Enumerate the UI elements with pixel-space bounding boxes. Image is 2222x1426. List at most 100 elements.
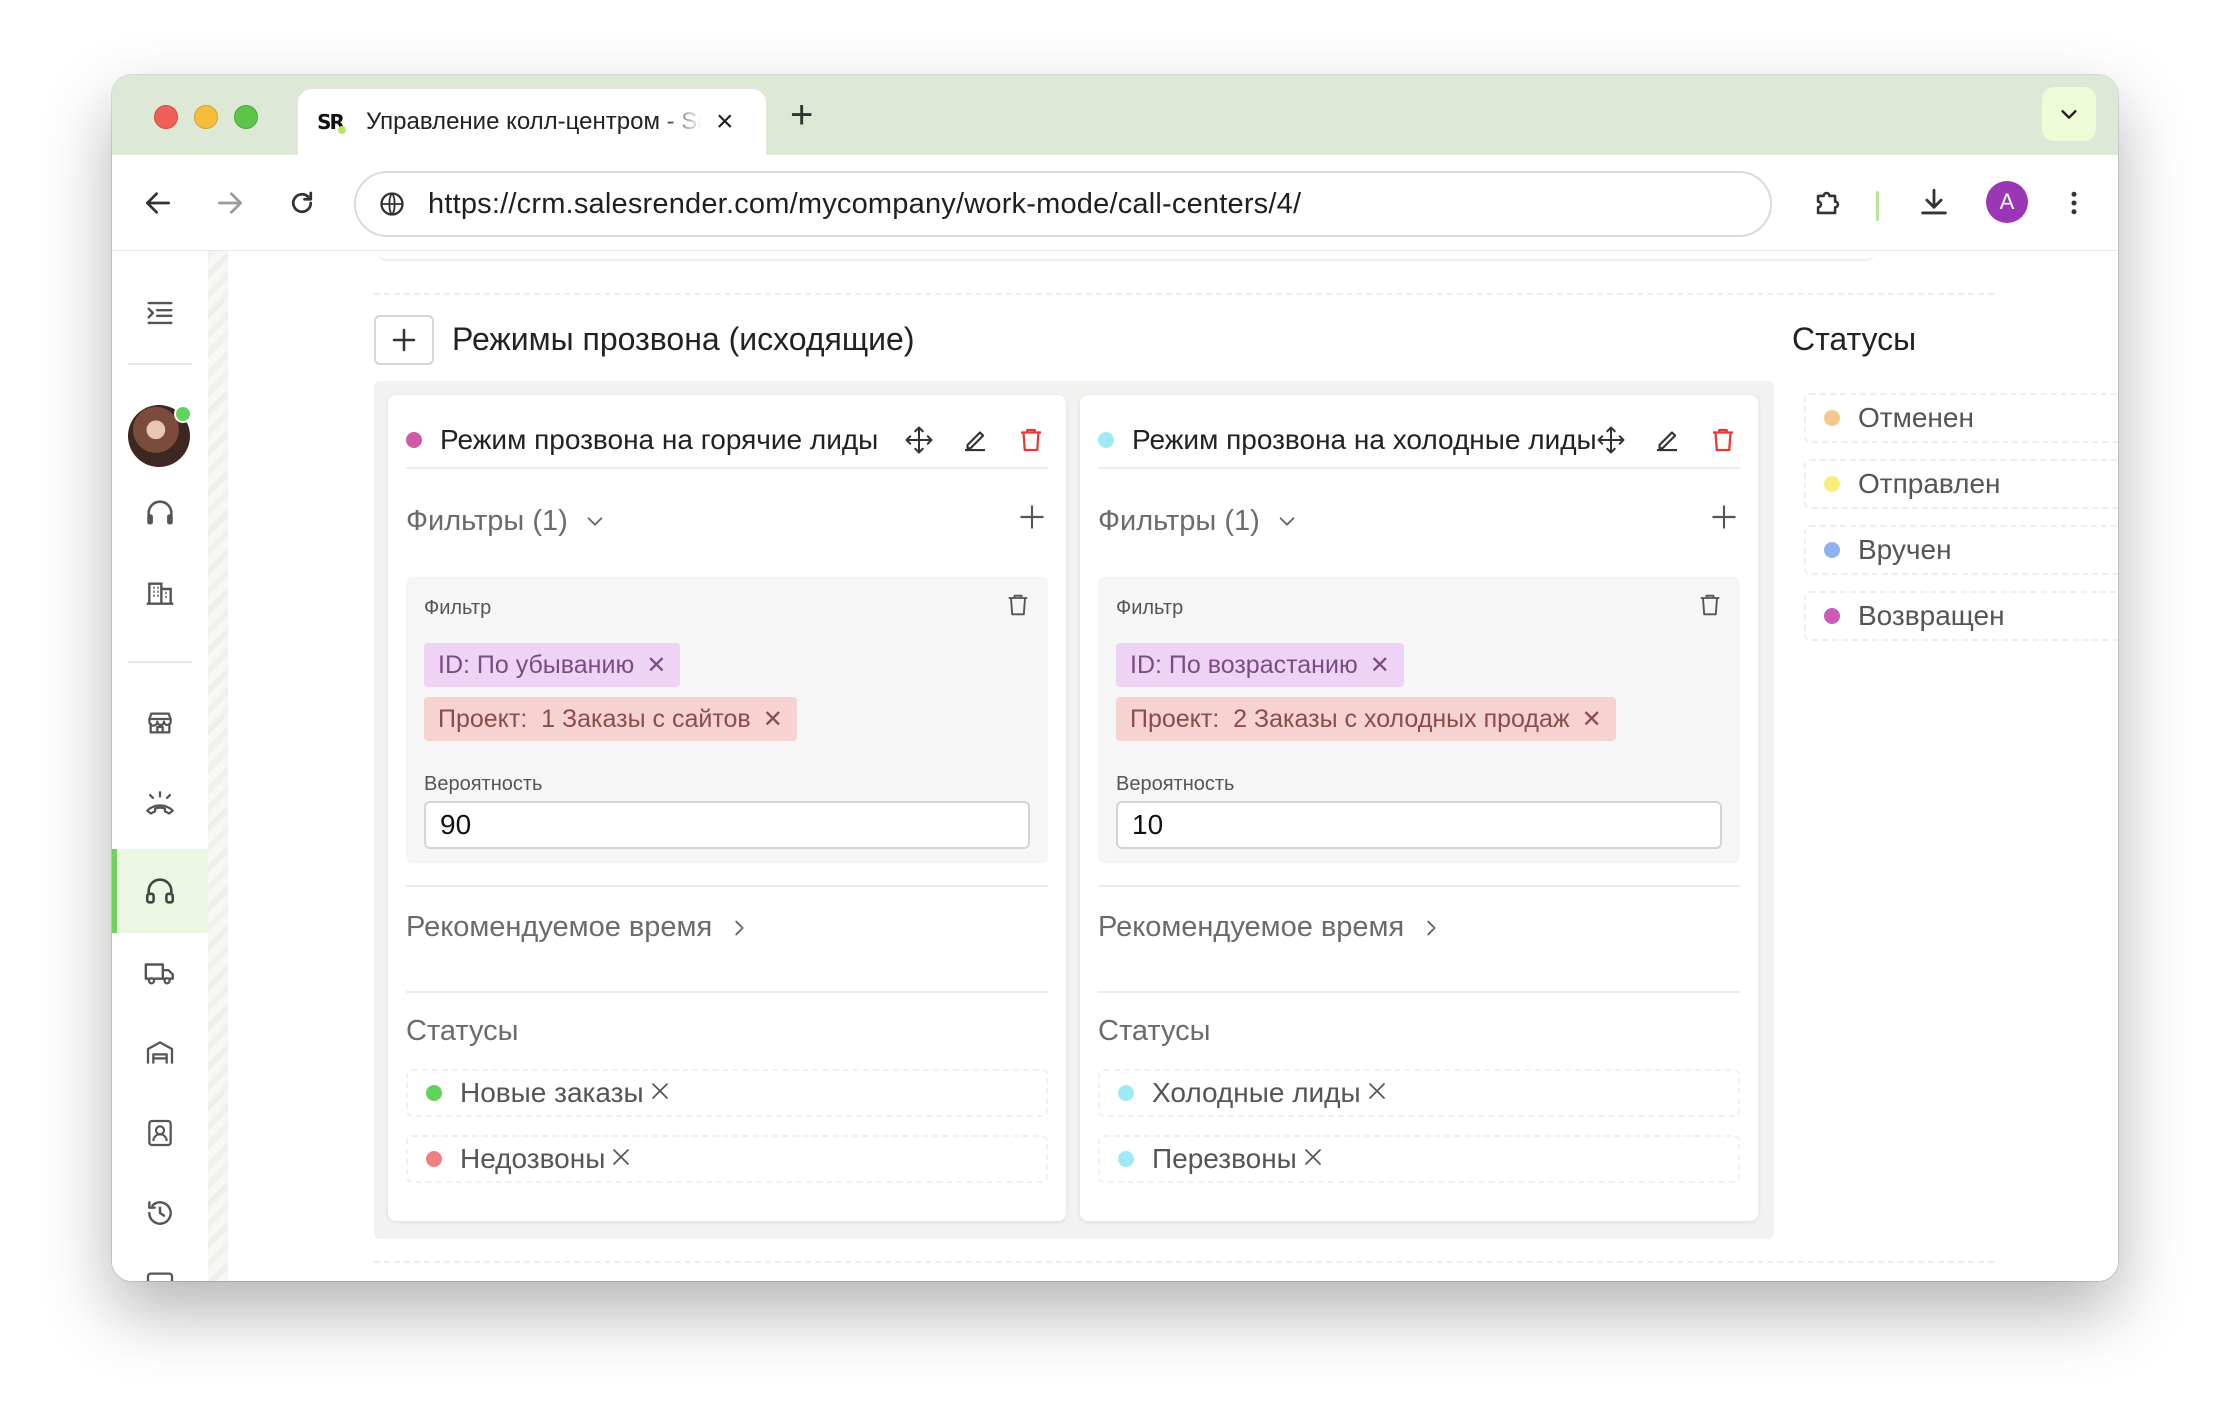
delete-filter-button[interactable]: [1004, 591, 1032, 624]
status-dot: [1118, 1085, 1134, 1101]
browser-toolbar: https://crm.salesrender.com/mycompany/wo…: [112, 155, 2118, 251]
profile-avatar-button[interactable]: A: [1986, 181, 2028, 223]
sidebar-item-history[interactable]: [140, 1193, 180, 1233]
back-button[interactable]: [138, 183, 178, 223]
sort-chip[interactable]: ID: По возрастанию ✕: [1116, 643, 1404, 687]
filters-toggle[interactable]: Фильтры (1): [406, 499, 1048, 543]
sidebar-item-calls[interactable]: [140, 785, 180, 825]
recommended-time-label: Рекомендуемое время: [1098, 911, 1405, 943]
plus-icon: [392, 328, 416, 352]
status-item: Холодные лиды: [1098, 1069, 1740, 1117]
sort-chip[interactable]: ID: По убыванию ✕: [424, 643, 681, 687]
sidebar-item-store[interactable]: [140, 703, 180, 743]
downloads-button[interactable]: [1912, 181, 1956, 225]
add-filter-button[interactable]: [1708, 501, 1740, 538]
user-avatar[interactable]: [128, 405, 192, 467]
tab-close-icon[interactable]: ×: [716, 107, 734, 137]
project-chip[interactable]: Проект: 1 Заказы с сайтов ✕: [424, 697, 797, 741]
recommended-time-toggle[interactable]: Рекомендуемое время: [406, 911, 750, 944]
warehouse-icon: [146, 1041, 174, 1064]
close-icon[interactable]: ✕: [763, 705, 783, 734]
close-icon[interactable]: ✕: [1582, 705, 1602, 734]
new-tab-button[interactable]: +: [790, 95, 813, 135]
address-bar[interactable]: https://crm.salesrender.com/mycompany/wo…: [354, 171, 1772, 237]
sidebar-item-delivery[interactable]: [140, 953, 180, 993]
mode-name: Режим прозвона на холодные лиды: [1132, 424, 1597, 455]
close-window-button[interactable]: [154, 105, 178, 129]
reload-button[interactable]: [282, 183, 322, 223]
maximize-window-button[interactable]: [234, 105, 258, 129]
extensions-button[interactable]: [1806, 181, 1850, 225]
status-label: Вручен: [1858, 534, 1952, 565]
site-info-icon[interactable]: [378, 190, 406, 218]
sort-chip-label: ID: По возрастанию: [1130, 650, 1358, 679]
chevron-down-icon: [587, 517, 603, 526]
recommended-time-toggle[interactable]: Рекомендуемое время: [1098, 911, 1442, 944]
reload-icon: [291, 191, 313, 214]
sidebar-item-more[interactable]: [140, 1263, 180, 1281]
decorative-pattern: [208, 251, 228, 1281]
status-item-sent[interactable]: Отправлен: [1804, 459, 2118, 509]
salesrender-favicon-icon: SR: [314, 106, 346, 138]
status-item-cancelled[interactable]: Отменен: [1804, 393, 2118, 443]
card-header: Режим прозвона на холодные лиды: [1098, 413, 1740, 469]
remove-status-button[interactable]: [1365, 1079, 1389, 1108]
headset-icon: [147, 500, 173, 525]
probability-input[interactable]: 90: [424, 801, 1030, 849]
minimize-window-button[interactable]: [194, 105, 218, 129]
close-icon[interactable]: ✕: [646, 651, 666, 680]
statuses-label: Статусы: [406, 1015, 519, 1047]
add-dial-mode-button[interactable]: [374, 315, 434, 365]
sidebar-item-operator[interactable]: [140, 493, 180, 533]
project-chip[interactable]: Проект: 2 Заказы с холодных продаж ✕: [1116, 697, 1616, 741]
close-icon[interactable]: ✕: [1370, 651, 1390, 680]
status-dot: [1824, 608, 1840, 624]
tab-search-button[interactable]: [2042, 87, 2096, 141]
move-handle[interactable]: [902, 423, 936, 457]
kebab-menu-icon: [2071, 191, 2077, 215]
move-handle[interactable]: [1594, 423, 1628, 457]
filter-box: Фильтр ID: По возрастанию ✕ Проект: 2 За…: [1098, 577, 1740, 863]
sidebar-item-call-centers[interactable]: [140, 871, 180, 911]
statuses-panel-title: Статусы: [1792, 321, 1917, 357]
status-label: Перезвоны: [1152, 1143, 1297, 1174]
filter-label: Фильтр: [424, 597, 492, 619]
status-item: Перезвоны: [1098, 1135, 1740, 1183]
sidebar-item-warehouse[interactable]: [140, 1033, 180, 1073]
status-item-returned[interactable]: Возвращен: [1804, 591, 2118, 641]
dial-mode-card-hot: Режим прозвона на горячие лиды Фильтры (…: [388, 395, 1066, 1221]
card-header: Режим прозвона на горячие лиды: [406, 413, 1048, 469]
trash-icon: [1008, 594, 1028, 616]
status-label: Отправлен: [1858, 468, 2001, 499]
delete-filter-button[interactable]: [1696, 591, 1724, 624]
download-icon: [1921, 188, 1947, 215]
sidebar-item-contacts[interactable]: [140, 1113, 180, 1153]
plus-icon: [1020, 505, 1044, 529]
filters-toggle[interactable]: Фильтры (1): [1098, 499, 1740, 543]
delete-mode-button[interactable]: [1706, 423, 1740, 457]
edit-mode-button[interactable]: [1650, 423, 1684, 457]
menu-collapse-icon: [147, 301, 173, 325]
remove-status-button[interactable]: [609, 1145, 633, 1174]
browser-menu-button[interactable]: [2052, 181, 2096, 225]
app-sidebar: [112, 251, 208, 1281]
add-filter-button[interactable]: [1016, 501, 1048, 538]
page-content: Режимы прозвона (исходящие) Статусы Режи…: [112, 251, 2118, 1281]
sidebar-item-company[interactable]: [140, 573, 180, 613]
sidebar-collapse-button[interactable]: [140, 293, 180, 333]
edit-mode-button[interactable]: [958, 423, 992, 457]
trash-icon: [1021, 428, 1041, 452]
card-icon: [146, 1272, 174, 1281]
mode-name: Режим прозвона на горячие лиды: [440, 424, 879, 455]
forward-button[interactable]: [210, 183, 250, 223]
puzzle-icon: [1816, 191, 1840, 215]
divider: [406, 885, 1048, 887]
status-item: Новые заказы: [406, 1069, 1048, 1117]
remove-status-button[interactable]: [648, 1079, 672, 1108]
remove-status-button[interactable]: [1301, 1145, 1325, 1174]
probability-input[interactable]: 10: [1116, 801, 1722, 849]
status-item-delivered[interactable]: Вручен: [1804, 525, 2118, 575]
status-dot: [426, 1151, 442, 1167]
browser-tab-active[interactable]: SR Управление колл-центром - SalesRender…: [298, 89, 766, 155]
delete-mode-button[interactable]: [1014, 423, 1048, 457]
